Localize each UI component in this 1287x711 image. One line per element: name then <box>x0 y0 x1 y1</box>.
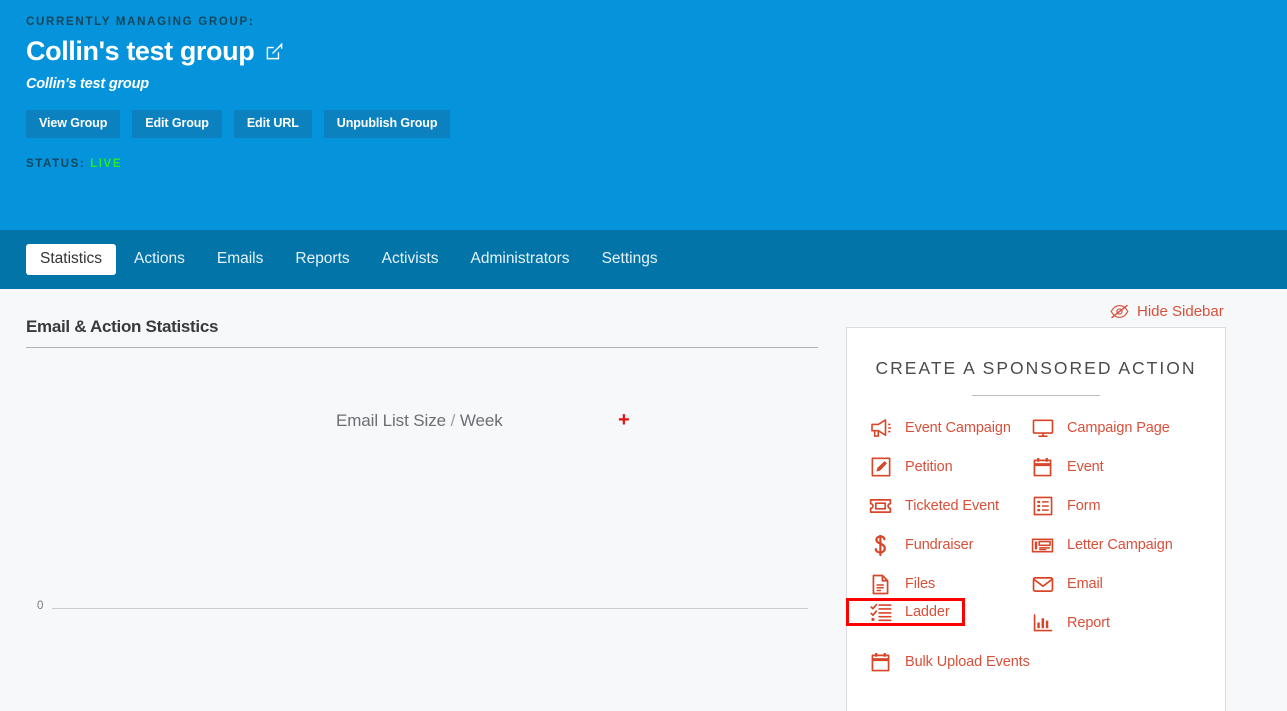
action-event-campaign[interactable]: Event Campaign <box>869 417 1031 439</box>
status-row: STATUS: LIVE <box>26 158 1287 170</box>
action-bulk-upload-events[interactable]: Bulk Upload Events <box>869 651 1031 673</box>
ticket-icon <box>869 496 892 516</box>
edit-pencil-square-icon[interactable] <box>264 42 284 62</box>
managing-group-eyebrow: CURRENTLY MANAGING GROUP: <box>26 16 255 28</box>
tab-statistics[interactable]: Statistics <box>26 244 117 275</box>
tab-reports[interactable]: Reports <box>281 244 363 274</box>
tab-activists[interactable]: Activists <box>368 244 453 274</box>
sidebar-card-heading: CREATE A SPONSORED ACTION <box>875 358 1197 378</box>
action-label: Event Campaign <box>905 420 1011 436</box>
action-ladder[interactable]: Ladder <box>846 598 965 626</box>
action-label: Files <box>905 576 936 592</box>
hide-sidebar-button[interactable]: Hide Sidebar <box>1110 303 1224 320</box>
calendar-icon <box>1031 457 1054 477</box>
tab-emails[interactable]: Emails <box>203 244 278 274</box>
action-campaign-page[interactable]: Campaign Page <box>1031 417 1193 439</box>
eye-slash-icon <box>1110 304 1129 319</box>
dollar-sign-icon <box>869 534 892 556</box>
action-label: Bulk Upload Events <box>905 654 1030 670</box>
view-group-button[interactable]: View Group <box>26 110 121 138</box>
action-label: Event <box>1067 459 1104 475</box>
group-header: CURRENTLY MANAGING GROUP: Collin's test … <box>0 0 1287 230</box>
panel-divider <box>26 347 818 348</box>
sponsored-action-grid: Event Campaign Campaign Page Petition Ev… <box>846 417 1225 673</box>
action-ticketed-event[interactable]: Ticketed Event <box>869 495 1031 517</box>
edit-group-button[interactable]: Edit Group <box>132 110 222 138</box>
sidebar-heading-divider <box>972 395 1100 396</box>
document-icon <box>869 574 892 594</box>
action-letter-campaign[interactable]: Letter Campaign <box>1031 534 1193 556</box>
tab-actions[interactable]: Actions <box>120 244 199 274</box>
status-label: STATUS: <box>26 157 86 170</box>
action-email[interactable]: Email <box>1031 573 1193 595</box>
unpublish-group-button[interactable]: Unpublish Group <box>323 110 451 138</box>
megaphone-icon <box>869 418 892 438</box>
action-label: Form <box>1067 498 1101 514</box>
panel-title: Email & Action Statistics <box>26 317 219 336</box>
checklist-icon <box>869 602 892 622</box>
create-sponsored-action-card: CREATE A SPONSORED ACTION Event Campaign <box>846 327 1226 711</box>
main-navigation: Statistics Actions Emails Reports Activi… <box>0 230 1287 289</box>
pencil-square-icon <box>869 457 892 477</box>
group-action-buttons: View Group Edit Group Edit URL Unpublish… <box>26 110 1287 138</box>
chart-baseline-axis <box>52 608 808 609</box>
action-label: Ticketed Event <box>905 498 999 514</box>
envelope-icon <box>1031 574 1054 594</box>
add-chart-button[interactable]: + <box>618 410 630 430</box>
action-petition[interactable]: Petition <box>869 456 1031 478</box>
y-axis-tick-0: 0 <box>37 600 44 612</box>
newspaper-icon <box>1031 535 1054 555</box>
action-fundraiser[interactable]: Fundraiser <box>869 534 1031 556</box>
status-badge: LIVE <box>90 157 123 170</box>
list-form-icon <box>1031 496 1054 516</box>
calendar-icon <box>869 652 892 672</box>
bar-chart-icon <box>1031 613 1054 633</box>
page-content: Email & Action Statistics Email List Siz… <box>0 289 1287 711</box>
action-label: Petition <box>905 459 953 475</box>
email-list-size-chart: Email List Size / Week + 0 <box>26 350 818 640</box>
chart-title-metric: Email List Size <box>336 411 446 430</box>
group-title-row: Collin's test group <box>26 38 1287 65</box>
action-form[interactable]: Form <box>1031 495 1193 517</box>
action-label: Letter Campaign <box>1067 537 1173 553</box>
action-label: Email <box>1067 576 1103 592</box>
tab-administrators[interactable]: Administrators <box>457 244 584 274</box>
action-label: Report <box>1067 615 1110 631</box>
action-label: Ladder <box>905 604 950 620</box>
action-label: Campaign Page <box>1067 420 1170 436</box>
page-title: Collin's test group <box>26 36 255 66</box>
action-files[interactable]: Files <box>869 573 1031 595</box>
statistics-panel: Email & Action Statistics Email List Siz… <box>26 317 818 640</box>
hide-sidebar-label: Hide Sidebar <box>1137 303 1224 320</box>
group-subtitle: Collin's test group <box>26 76 149 92</box>
tab-settings[interactable]: Settings <box>588 244 672 274</box>
edit-url-button[interactable]: Edit URL <box>233 110 312 138</box>
action-report[interactable]: Report <box>1031 612 1193 634</box>
chart-title-period: Week <box>459 411 503 430</box>
monitor-icon <box>1031 418 1054 438</box>
chart-title-separator: / <box>450 411 456 430</box>
chart-title: Email List Size / Week <box>336 411 503 431</box>
action-label: Fundraiser <box>905 537 974 553</box>
action-event[interactable]: Event <box>1031 456 1193 478</box>
